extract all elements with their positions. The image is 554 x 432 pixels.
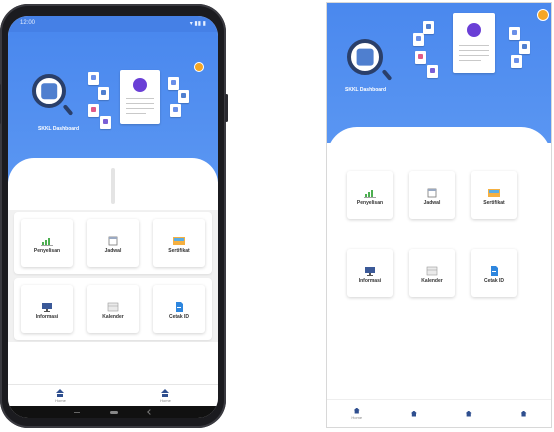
doc-mini-icon — [427, 65, 438, 78]
menu-tile-informasi[interactable]: Informasi — [347, 249, 393, 297]
menu-tile-cetak-id[interactable]: Cetak ID — [153, 285, 205, 333]
tablet-nav-item[interactable] — [410, 410, 417, 417]
doc-mini-icon — [511, 55, 522, 68]
brand-name: SKKL Dashboard — [38, 126, 80, 132]
back-icon[interactable] — [147, 409, 153, 415]
monitor-icon — [364, 263, 376, 276]
calendar-grid-icon — [107, 299, 119, 311]
menu-label: Informasi — [358, 277, 382, 284]
menu-tile-sertifikat[interactable]: Sertifikat — [471, 171, 517, 219]
doc-mini-icon — [178, 90, 189, 103]
system-navigation-bar — [8, 406, 218, 418]
menu-tile-sertifikat[interactable]: Sertifikat — [153, 219, 205, 267]
status-icons: ▾ ▮▮ ▮ — [189, 21, 206, 27]
menu-tile-jadwal[interactable]: Jadwal — [409, 171, 455, 219]
home-icon — [465, 410, 472, 417]
chart-icon — [364, 185, 376, 198]
nav-label: Home — [55, 397, 66, 403]
magnifier-handle — [62, 104, 74, 116]
tablet-nav-item[interactable] — [520, 410, 527, 417]
doc-mini-icon — [519, 41, 530, 54]
doc-mini-icon — [88, 104, 99, 117]
home-icon — [161, 388, 170, 393]
chart-icon — [41, 233, 53, 246]
calendar-icon — [426, 185, 438, 197]
menu-tile-penyelisan[interactable]: Penyelisan — [347, 171, 393, 219]
tablet-bottom-navigation: Home — [327, 399, 551, 427]
nav-label: Home — [160, 397, 171, 403]
doc-mini-icon — [88, 72, 99, 85]
doc-mini-icon — [170, 104, 181, 117]
magnifier-icon — [32, 74, 66, 108]
doc-mini-icon — [168, 77, 179, 90]
menu-tile-penyelisan[interactable]: Penyelisan — [21, 219, 73, 267]
content-blank-area — [8, 342, 218, 386]
status-time: 12:00 — [20, 20, 36, 26]
monitor-icon — [41, 299, 53, 312]
menu-tile-kalender[interactable]: Kalender — [409, 249, 455, 297]
menu-tile-informasi[interactable]: Informasi — [21, 285, 73, 333]
menu-label: Sertifikat — [483, 199, 505, 206]
menu-label: Sertifikat — [168, 247, 190, 254]
home-icon — [410, 410, 417, 417]
brand-name: SKKL Dashboard — [345, 87, 387, 93]
tablet-menu-grid: Penyelisan Jadwal Sertifikat Informasi K… — [347, 171, 537, 297]
tablet-mockup: SKKL Dashboard Penyelisan Jadwal Sertifi… — [326, 2, 552, 428]
summary-divider — [111, 168, 115, 204]
menu-label: Penyelisan — [33, 247, 61, 254]
home-icon — [520, 410, 527, 417]
screenshot-stage: 12:00 ▾ ▮▮ ▮ SKKL Dashboard Penyelisan J… — [0, 0, 554, 432]
id-card-icon — [488, 263, 500, 276]
menu-tile-cetak-id[interactable]: Cetak ID — [471, 249, 517, 297]
magnifier-icon — [347, 39, 383, 75]
nav-label: Home — [351, 414, 363, 420]
tablet-nav-item-home[interactable]: Home — [351, 407, 363, 420]
nav-item-home[interactable]: Home — [160, 388, 171, 403]
home-icon — [56, 388, 65, 393]
certificate-icon — [488, 185, 500, 197]
menu-row-2: Informasi Kalender Cetak ID — [14, 278, 212, 340]
bottom-navigation: Home Home — [8, 384, 218, 406]
status-bar: 12:00 ▾ ▮▮ ▮ — [8, 16, 218, 32]
magnifier-handle — [381, 69, 393, 81]
document-icon — [120, 70, 160, 124]
menu-label: Jadwal — [423, 199, 441, 206]
certificate-icon — [173, 233, 185, 245]
notification-dot-icon[interactable] — [194, 62, 204, 72]
menu-label: Penyelisan — [356, 199, 384, 206]
menu-label: Informasi — [35, 313, 59, 320]
menu-label: Jadwal — [104, 247, 122, 254]
doc-mini-icon — [509, 27, 520, 40]
tablet-nav-item[interactable] — [465, 410, 472, 417]
doc-mini-icon — [423, 21, 434, 34]
home-pill-icon[interactable] — [110, 410, 118, 414]
doc-mini-icon — [98, 87, 109, 100]
recent-apps-icon[interactable] — [74, 411, 80, 413]
doc-mini-icon — [415, 51, 426, 64]
menu-label: Cetak ID — [483, 277, 504, 284]
doc-mini-icon — [413, 33, 424, 46]
menu-tile-jadwal[interactable]: Jadwal — [87, 219, 139, 267]
menu-row-1: Penyelisan Jadwal Sertifikat — [14, 212, 212, 274]
menu-label: Kalender — [421, 277, 443, 284]
volume-button — [0, 84, 1, 124]
tablet-header: SKKL Dashboard — [327, 3, 551, 143]
doc-mini-icon — [100, 116, 111, 129]
menu-label: Kalender — [102, 313, 124, 320]
home-icon — [353, 407, 360, 414]
id-card-icon — [173, 299, 185, 312]
power-button — [225, 94, 228, 122]
nav-item-home[interactable]: Home — [55, 388, 66, 403]
document-icon — [453, 13, 495, 73]
notification-dot-icon[interactable] — [537, 9, 549, 21]
phone-mockup: 12:00 ▾ ▮▮ ▮ SKKL Dashboard Penyelisan J… — [0, 4, 228, 428]
calendar-icon — [107, 233, 119, 245]
menu-label: Cetak ID — [168, 313, 189, 320]
menu-tile-kalender[interactable]: Kalender — [87, 285, 139, 333]
phone-screen: 12:00 ▾ ▮▮ ▮ SKKL Dashboard Penyelisan J… — [8, 16, 218, 418]
calendar-grid-icon — [426, 263, 438, 275]
